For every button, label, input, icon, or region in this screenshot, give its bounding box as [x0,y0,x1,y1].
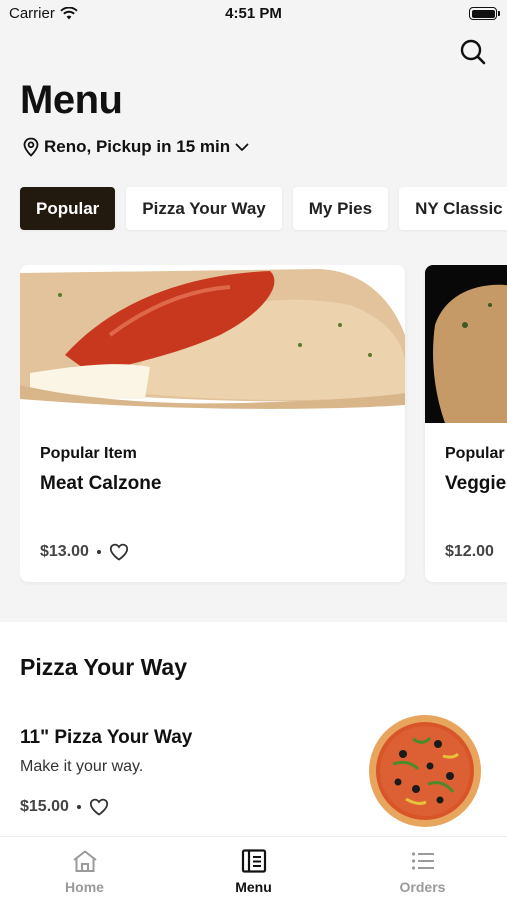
item-meta: $12.00 [445,543,494,561]
item-meta: $13.00 [40,543,129,561]
menu-book-icon [241,849,266,873]
heart-icon[interactable] [89,798,109,816]
location-label: Reno, Pickup in 15 min [44,137,231,156]
heart-icon[interactable] [109,543,129,561]
item-card[interactable]: Popular Veggie $12.00 [425,265,507,582]
menu-item-price: $15.00 [20,798,69,815]
page-title: Menu [20,78,123,122]
location-pin-icon [23,137,39,157]
separator-dot [96,550,101,554]
chevron-down-icon [235,143,249,151]
item-name: Meat Calzone [40,473,162,494]
status-bar: Carrier 4:51 PM [0,0,507,30]
menu-item-description: Make it your way. [20,758,144,775]
veggie-calzone-image [425,265,507,423]
section-title: Pizza Your Way [20,654,188,680]
pizza-image[interactable] [368,714,482,828]
item-card[interactable]: Popular Item Meat Calzone $13.00 [20,265,405,582]
separator-dot [76,805,81,809]
tab-ny-classic[interactable]: NY Classic [399,187,507,230]
item-price: $12.00 [445,543,494,560]
item-price: $13.00 [40,543,89,560]
menu-item-name[interactable]: 11" Pizza Your Way [20,727,192,749]
clock: 4:51 PM [225,5,282,22]
search-button[interactable] [459,38,487,66]
tab-menu[interactable]: Menu [169,837,338,900]
popular-carousel: Popular Item Meat Calzone $13.00 Popular… [20,265,507,585]
item-name: Veggie [445,473,507,494]
item-tag: Popular [445,445,505,462]
tab-popular[interactable]: Popular [20,187,116,230]
tab-home-label: Home [65,879,104,895]
tab-menu-label: Menu [235,879,272,895]
battery-icon [469,7,500,20]
calzone-image [20,265,405,423]
tab-pizza-your-way[interactable]: Pizza Your Way [126,187,282,230]
tab-orders[interactable]: Orders [338,837,507,900]
list-icon [411,852,434,870]
home-icon [72,850,97,872]
category-tabs: Popular Pizza Your Way My Pies NY Classi… [20,187,507,230]
tab-my-pies[interactable]: My Pies [292,187,389,230]
search-icon [460,39,486,65]
location-selector[interactable]: Reno, Pickup in 15 min [22,137,250,157]
item-tag: Popular Item [40,445,137,462]
bottom-tab-bar: Home Menu Orders [0,836,507,900]
tab-home[interactable]: Home [0,837,169,900]
tab-orders-label: Orders [399,879,446,895]
menu-item-meta: $15.00 [20,798,109,816]
